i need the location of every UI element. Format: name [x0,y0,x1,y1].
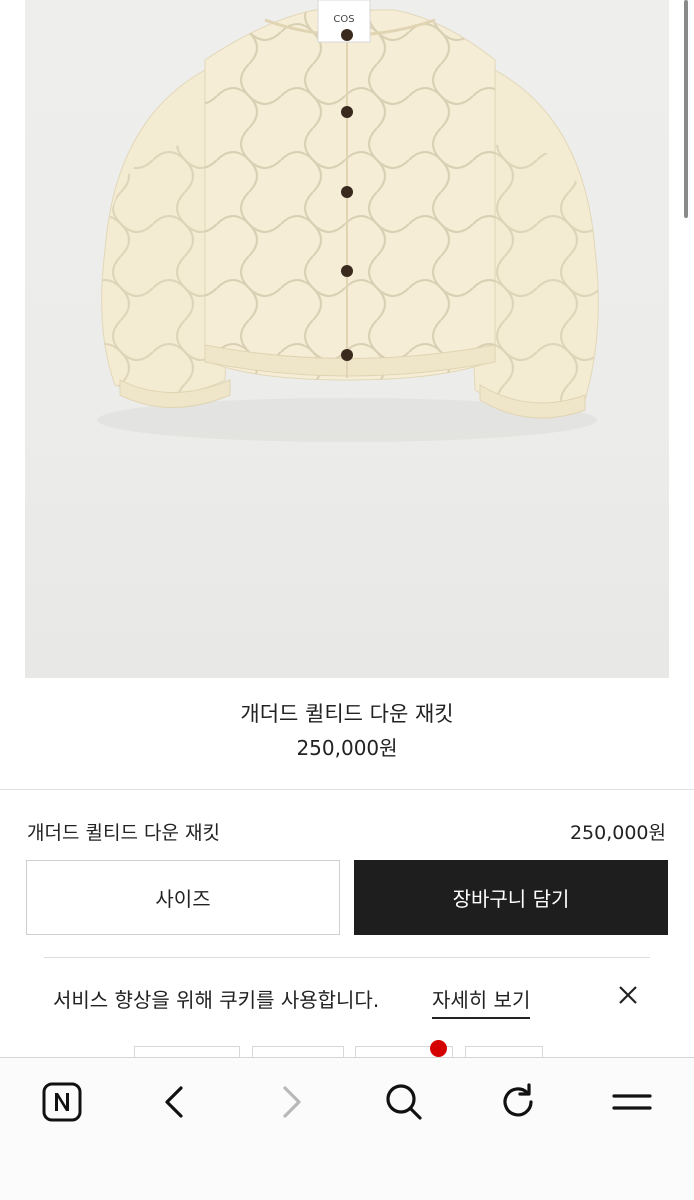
scrollbar[interactable] [684,0,688,218]
close-icon[interactable] [615,982,641,1008]
sticky-product-price: 250,000원 [569,822,666,844]
back-icon[interactable] [154,1080,198,1124]
cookie-message: 서비스 향상을 위해 쿠키를 사용합니다. [53,988,380,1012]
peek-content [0,1040,694,1058]
sticky-purchase-bar: 개더드 퀼티드 다운 재킷 250,000원 사이즈 장바구니 담기 [0,789,694,955]
browser-toolbar [0,1057,694,1200]
jacket-button [341,349,353,361]
size-button[interactable]: 사이즈 [26,860,340,935]
brand-tag: COS [333,14,354,25]
notification-dot [430,1040,447,1057]
forward-icon[interactable] [268,1080,312,1124]
product-image[interactable]: COS [25,0,669,678]
naver-home-icon[interactable] [40,1080,84,1124]
refresh-icon[interactable] [496,1080,540,1124]
cookie-divider [44,957,650,958]
cookie-details-link[interactable]: 자세히 보기 [432,984,531,1019]
add-to-cart-button[interactable]: 장바구니 담기 [354,860,668,935]
quilted-jacket-photo: COS [97,0,599,442]
product-title: 개더드 퀼티드 다운 재킷 [240,702,454,726]
sticky-product-name: 개더드 퀼티드 다운 재킷 [27,822,220,844]
menu-icon[interactable] [608,1080,656,1124]
search-icon[interactable] [382,1080,426,1124]
jacket-button [341,29,353,41]
jacket-button [341,186,353,198]
jacket-button [341,106,353,118]
jacket-button [341,265,353,277]
product-price: 250,000원 [296,736,398,760]
